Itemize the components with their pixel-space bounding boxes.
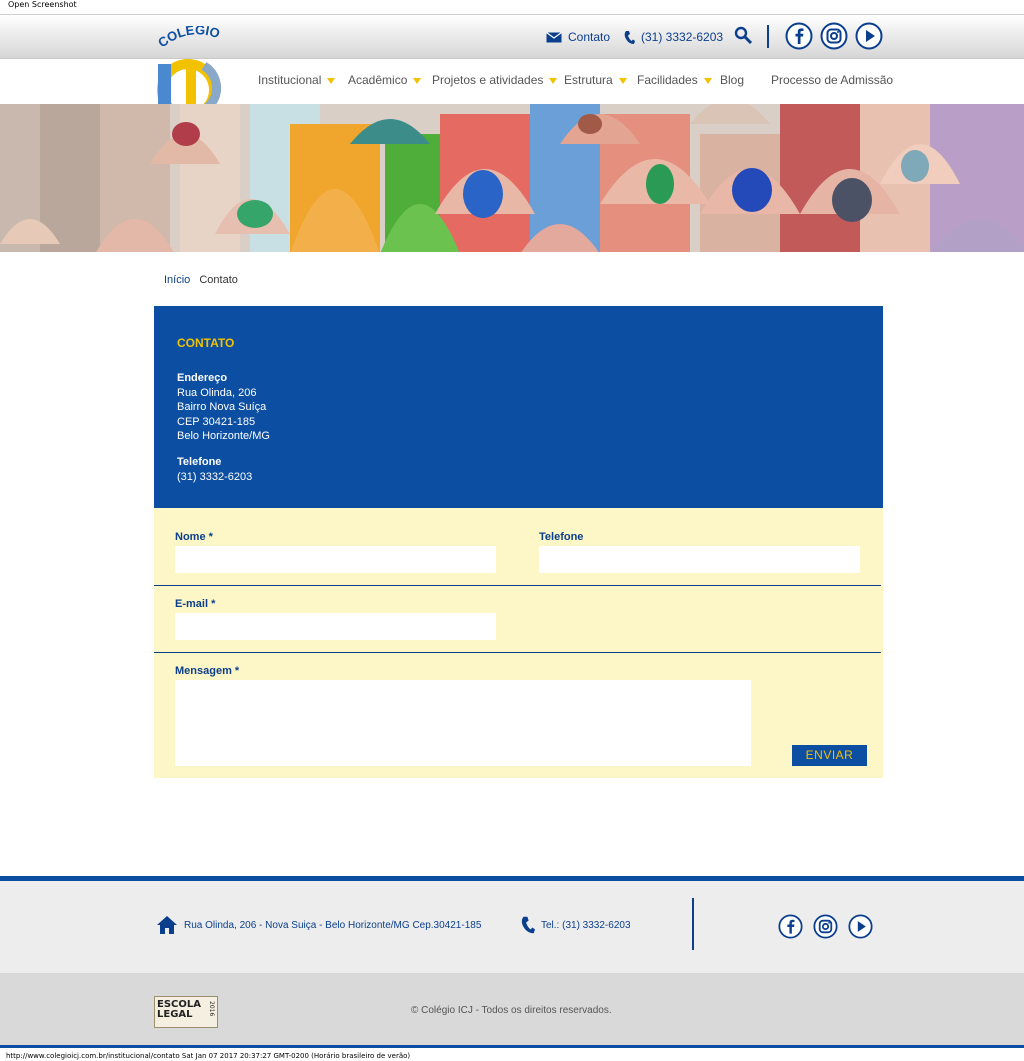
- escola-legal-badge[interactable]: ESCOLA LEGAL 2016: [154, 996, 218, 1028]
- phone-number: (31) 3332-6203: [177, 470, 253, 483]
- footer-facebook-link[interactable]: [778, 914, 803, 939]
- svg-text:COLÉGIO: COLÉGIO: [155, 26, 222, 50]
- breadcrumb-current: Contato: [199, 274, 238, 286]
- address-title: Endereço: [177, 372, 228, 384]
- facebook-icon: [785, 22, 813, 50]
- mail-icon: [546, 31, 562, 42]
- header-contact-link[interactable]: Contato: [546, 29, 610, 45]
- address-line: Bairro Nova Suíça: [177, 401, 267, 413]
- menu-item-institucional[interactable]: Institucional: [258, 73, 336, 87]
- chevron-down-icon: [549, 78, 558, 84]
- search-icon: [734, 26, 753, 45]
- phone-input[interactable]: [539, 546, 860, 573]
- address-block: Endereço Rua Olinda, 206 Bairro Nova Suí…: [177, 371, 270, 444]
- form-divider: [154, 585, 881, 586]
- address-line: CEP 30421-185: [177, 415, 256, 428]
- header-phone[interactable]: (31) 3332-6203: [624, 29, 723, 45]
- screenshot-label: Open Screenshot: [8, 0, 77, 9]
- address-line: Rua Olinda, 206: [177, 386, 257, 399]
- youtube-icon: [855, 22, 883, 50]
- menu-item-academico[interactable]: Acadêmico: [348, 73, 422, 87]
- contact-form: Nome * Telefone E-mail * Mensagem * ENVI…: [154, 508, 883, 778]
- footer-phone: Tel.: (31) 3332-6203: [521, 915, 631, 935]
- footer-address-text: Rua Olinda, 206 - Nova Suiça - Belo Hori…: [184, 919, 482, 931]
- youtube-link[interactable]: [855, 22, 883, 50]
- facebook-icon: [778, 914, 803, 939]
- footer-phone-text: Tel.: (31) 3332-6203: [541, 919, 631, 931]
- hero-banner-image: [0, 104, 1024, 252]
- footer-youtube-link[interactable]: [848, 914, 873, 939]
- menu-item-projetos[interactable]: Projetos e atividades: [432, 73, 558, 87]
- phone-icon: [624, 30, 635, 44]
- menu-item-facilidades[interactable]: Facilidades: [637, 73, 712, 87]
- address-line: Belo Horizonte/MG: [177, 430, 270, 442]
- send-button[interactable]: ENVIAR: [792, 745, 867, 766]
- breadcrumb: Início Contato: [164, 274, 238, 286]
- contact-info-title: CONTATO: [177, 336, 235, 350]
- header-contact-label: Contato: [568, 30, 611, 44]
- message-textarea[interactable]: [175, 680, 751, 766]
- menu-item-estrutura[interactable]: Estrutura: [564, 73, 627, 87]
- form-divider: [154, 652, 881, 653]
- badge-year: 2016: [208, 1001, 215, 1017]
- contact-info-panel: CONTATO Endereço Rua Olinda, 206 Bairro …: [154, 306, 883, 508]
- menu-item-blog[interactable]: Blog: [720, 73, 744, 87]
- footer-bottom-border: [0, 1045, 1024, 1048]
- youtube-icon: [848, 914, 873, 939]
- chevron-down-icon: [327, 78, 336, 84]
- screenshot-label-bar: Open Screenshot: [0, 0, 1024, 14]
- phone-title: Telefone: [177, 456, 222, 468]
- footer-instagram-link[interactable]: [813, 914, 838, 939]
- menu-item-admissao[interactable]: Processo de Admissão: [771, 73, 893, 87]
- logo-text: COLÉGIO: [155, 22, 222, 50]
- message-label: Mensagem *: [175, 665, 240, 677]
- name-input[interactable]: [175, 546, 496, 573]
- chevron-down-icon: [703, 78, 712, 84]
- email-input[interactable]: [175, 613, 496, 640]
- email-label: E-mail *: [175, 598, 216, 610]
- chevron-down-icon: [413, 78, 422, 84]
- header-phone-number: (31) 3332-6203: [641, 30, 724, 44]
- header-divider: [767, 25, 769, 48]
- search-button[interactable]: [734, 26, 754, 46]
- facebook-link[interactable]: [785, 22, 813, 50]
- phone-label: Telefone: [539, 531, 584, 543]
- footer-address: Rua Olinda, 206 - Nova Suiça - Belo Hori…: [156, 915, 481, 935]
- home-icon: [157, 916, 177, 934]
- breadcrumb-home-link[interactable]: Início: [164, 274, 190, 286]
- phone-icon: [521, 916, 535, 934]
- chevron-down-icon: [618, 78, 627, 84]
- copyright-text: © Colégio ICJ - Todos os direitos reserv…: [411, 1005, 612, 1016]
- phone-block: Telefone (31) 3332-6203: [177, 455, 252, 484]
- instagram-icon: [820, 22, 848, 50]
- status-bar-url: http://www.colegioicj.com.br/institucion…: [6, 1052, 411, 1060]
- instagram-icon: [813, 914, 838, 939]
- badge-line2: LEGAL: [157, 1009, 193, 1020]
- name-label: Nome *: [175, 531, 213, 543]
- footer-divider: [692, 898, 694, 950]
- instagram-link[interactable]: [820, 22, 848, 50]
